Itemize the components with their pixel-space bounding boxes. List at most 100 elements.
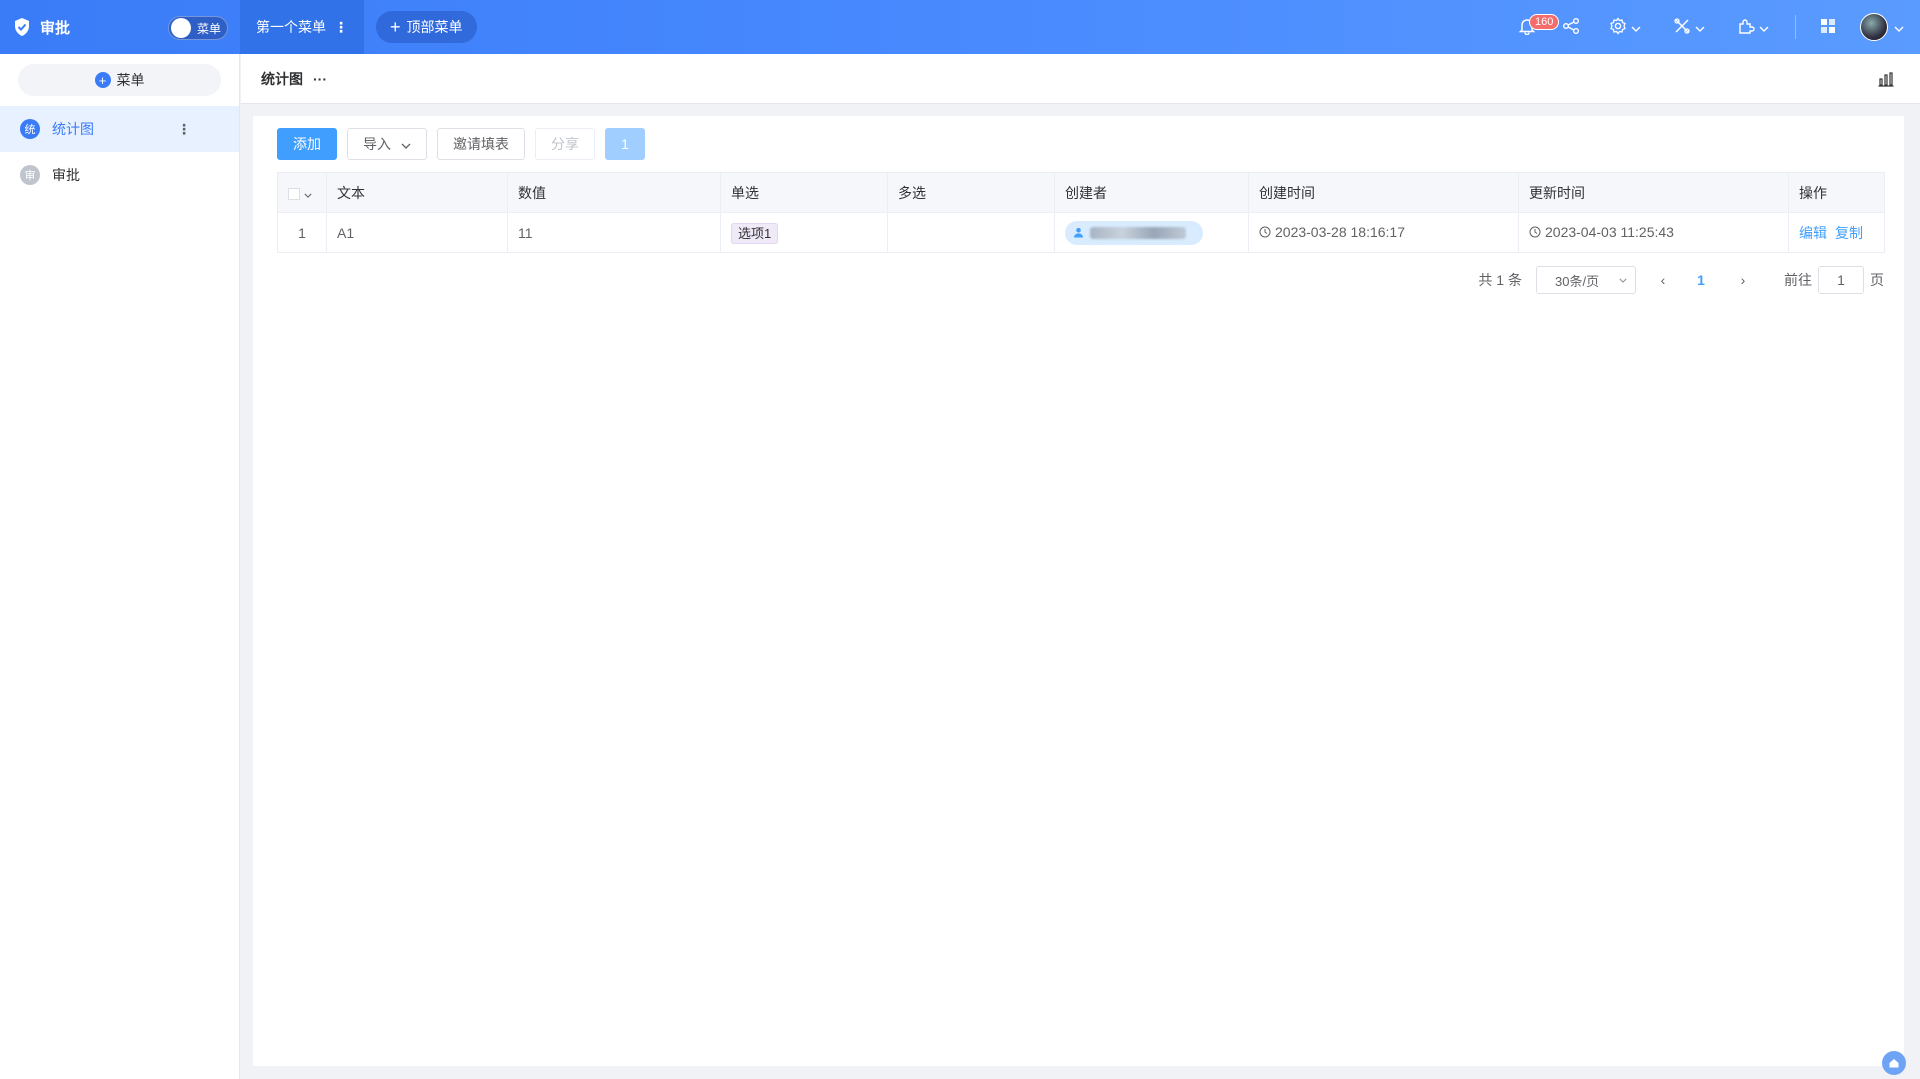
main-panel: 添加 导入 邀请填表 分享 1 文本 数值 单选 多选 创建者 创建时间 更新时…	[253, 116, 1904, 1066]
toggle-knob	[171, 18, 191, 38]
pagination: 共 1 条 30条/页 ‹ 1 › 前往 1 页	[1478, 266, 1884, 294]
chevron-down-icon	[1894, 19, 1904, 35]
select-all-header[interactable]	[277, 172, 327, 213]
help-float-button[interactable]	[1882, 1051, 1906, 1075]
cell-creator	[1054, 212, 1249, 253]
copy-link[interactable]: 复制	[1835, 225, 1863, 241]
clock-icon	[1259, 226, 1271, 238]
select-all-checkbox[interactable]	[288, 187, 300, 200]
cell-multi	[887, 212, 1055, 253]
chevron-down-icon	[401, 136, 411, 152]
goto-page-input[interactable]: 1	[1818, 266, 1864, 294]
more-vertical-icon[interactable]: ⋮	[177, 121, 191, 138]
chevron-down-icon[interactable]	[304, 193, 312, 198]
prev-page-icon[interactable]: ‹	[1648, 272, 1678, 288]
tab-label: 第一个菜单	[256, 19, 326, 35]
plus-icon: +	[390, 17, 401, 37]
table-header-row: 文本 数值 单选 多选 创建者 创建时间 更新时间 操作	[277, 172, 1885, 213]
cell-created-time: 2023-03-28 18:16:17	[1248, 212, 1519, 253]
column-header: 操作	[1788, 172, 1885, 213]
apps-button[interactable]	[1806, 0, 1850, 54]
sidebar-item-icon: 统	[20, 119, 40, 139]
import-label: 导入	[363, 136, 391, 152]
user-icon	[1073, 227, 1084, 238]
home-icon	[1889, 1059, 1899, 1068]
column-header[interactable]: 更新时间	[1518, 172, 1789, 213]
page-size-select[interactable]: 30条/页	[1536, 266, 1636, 294]
column-header[interactable]: 创建时间	[1248, 172, 1519, 213]
share-button[interactable]	[1549, 0, 1593, 54]
toolbar: 添加 导入 邀请填表 分享 1	[277, 128, 645, 160]
menu-toggle[interactable]: 菜单	[168, 16, 228, 40]
add-menu-label: 菜单	[116, 72, 145, 88]
add-menu-button[interactable]: + 菜单	[18, 64, 221, 96]
chevron-down-icon	[1631, 19, 1641, 35]
goto-label: 前往	[1784, 272, 1812, 288]
cell-single: 选项1	[720, 212, 888, 253]
selection-count-button[interactable]: 1	[605, 128, 645, 160]
tab-first-menu[interactable]: 第一个菜单 ⋮	[240, 0, 364, 54]
column-header[interactable]: 文本	[326, 172, 508, 213]
tools-icon	[1673, 17, 1691, 38]
creator-name-redacted	[1090, 226, 1186, 239]
sidebar-item-label: 统计图	[52, 121, 94, 137]
next-page-icon[interactable]: ›	[1728, 272, 1758, 288]
user-menu[interactable]	[1860, 13, 1904, 41]
page-size-value: 30条/页	[1555, 273, 1600, 289]
invite-fill-button[interactable]: 邀请填表	[437, 128, 525, 160]
page-suffix: 页	[1870, 272, 1884, 288]
chevron-down-icon	[1619, 278, 1627, 283]
menu-toggle-label: 菜单	[197, 21, 222, 36]
sidebar-item-icon: 审	[20, 165, 40, 185]
share-icon	[1562, 17, 1580, 38]
updated-time: 2023-04-03 11:25:43	[1545, 224, 1674, 240]
sidebar: + 菜单 统 统计图 ⋮ 审 审批	[0, 54, 240, 1079]
notification-button[interactable]: 160	[1505, 0, 1560, 54]
option-tag: 选项1	[731, 223, 779, 244]
page-header: 统计图 ···	[241, 54, 1920, 104]
tools-dropdown[interactable]	[1657, 0, 1721, 54]
add-top-menu-button[interactable]: + 顶部菜单	[376, 11, 477, 43]
top-bar: 审批 菜单 第一个菜单 ⋮ + 顶部菜单 160	[0, 0, 1920, 54]
plugin-dropdown[interactable]	[1721, 0, 1785, 54]
tab-more-icon[interactable]: ⋮	[334, 19, 348, 36]
data-table: 文本 数值 单选 多选 创建者 创建时间 更新时间 操作 1 A1 11 选项1	[277, 172, 1885, 253]
settings-dropdown[interactable]	[1593, 0, 1657, 54]
pager-total: 共 1 条	[1478, 272, 1522, 288]
cell-number: 11	[507, 212, 721, 253]
app-title: 审批	[40, 19, 71, 37]
sidebar-item-chart[interactable]: 统 统计图 ⋮	[0, 106, 239, 152]
cell-actions: 编辑 复制	[1788, 212, 1885, 253]
page-title: 统计图	[261, 70, 303, 87]
cell-text: A1	[326, 212, 508, 253]
share-button[interactable]: 分享	[535, 128, 595, 160]
chevron-down-icon	[1695, 19, 1705, 35]
plus-circle-icon: +	[94, 72, 111, 88]
brand: 审批 菜单	[0, 0, 240, 54]
bar-chart-icon[interactable]	[1878, 71, 1894, 90]
cell-updated-time: 2023-04-03 11:25:43	[1518, 212, 1789, 253]
column-header[interactable]: 多选	[887, 172, 1055, 213]
clock-icon	[1529, 226, 1541, 238]
shield-icon	[12, 16, 32, 38]
add-button[interactable]: 添加	[277, 128, 337, 160]
page-title-more[interactable]: ···	[313, 71, 327, 87]
gear-icon	[1609, 16, 1627, 38]
row-index: 1	[277, 212, 327, 253]
grid-icon	[1819, 17, 1837, 38]
header-divider	[1795, 15, 1796, 39]
chevron-down-icon	[1759, 19, 1769, 35]
add-top-menu-label: 顶部菜单	[406, 19, 463, 35]
column-header[interactable]: 创建者	[1054, 172, 1249, 213]
import-dropdown[interactable]: 导入	[347, 128, 427, 160]
table-row[interactable]: 1 A1 11 选项1 2023-03-28 18:16:17 2023-04-…	[277, 212, 1885, 253]
plugin-icon	[1737, 17, 1755, 38]
creator-pill	[1065, 220, 1203, 245]
created-time: 2023-03-28 18:16:17	[1275, 224, 1405, 240]
edit-link[interactable]: 编辑	[1799, 225, 1827, 241]
sidebar-item-label: 审批	[52, 167, 80, 183]
page-number[interactable]: 1	[1686, 272, 1716, 288]
column-header[interactable]: 数值	[507, 172, 721, 213]
column-header[interactable]: 单选	[720, 172, 888, 213]
sidebar-item-approval[interactable]: 审 审批	[0, 152, 239, 198]
